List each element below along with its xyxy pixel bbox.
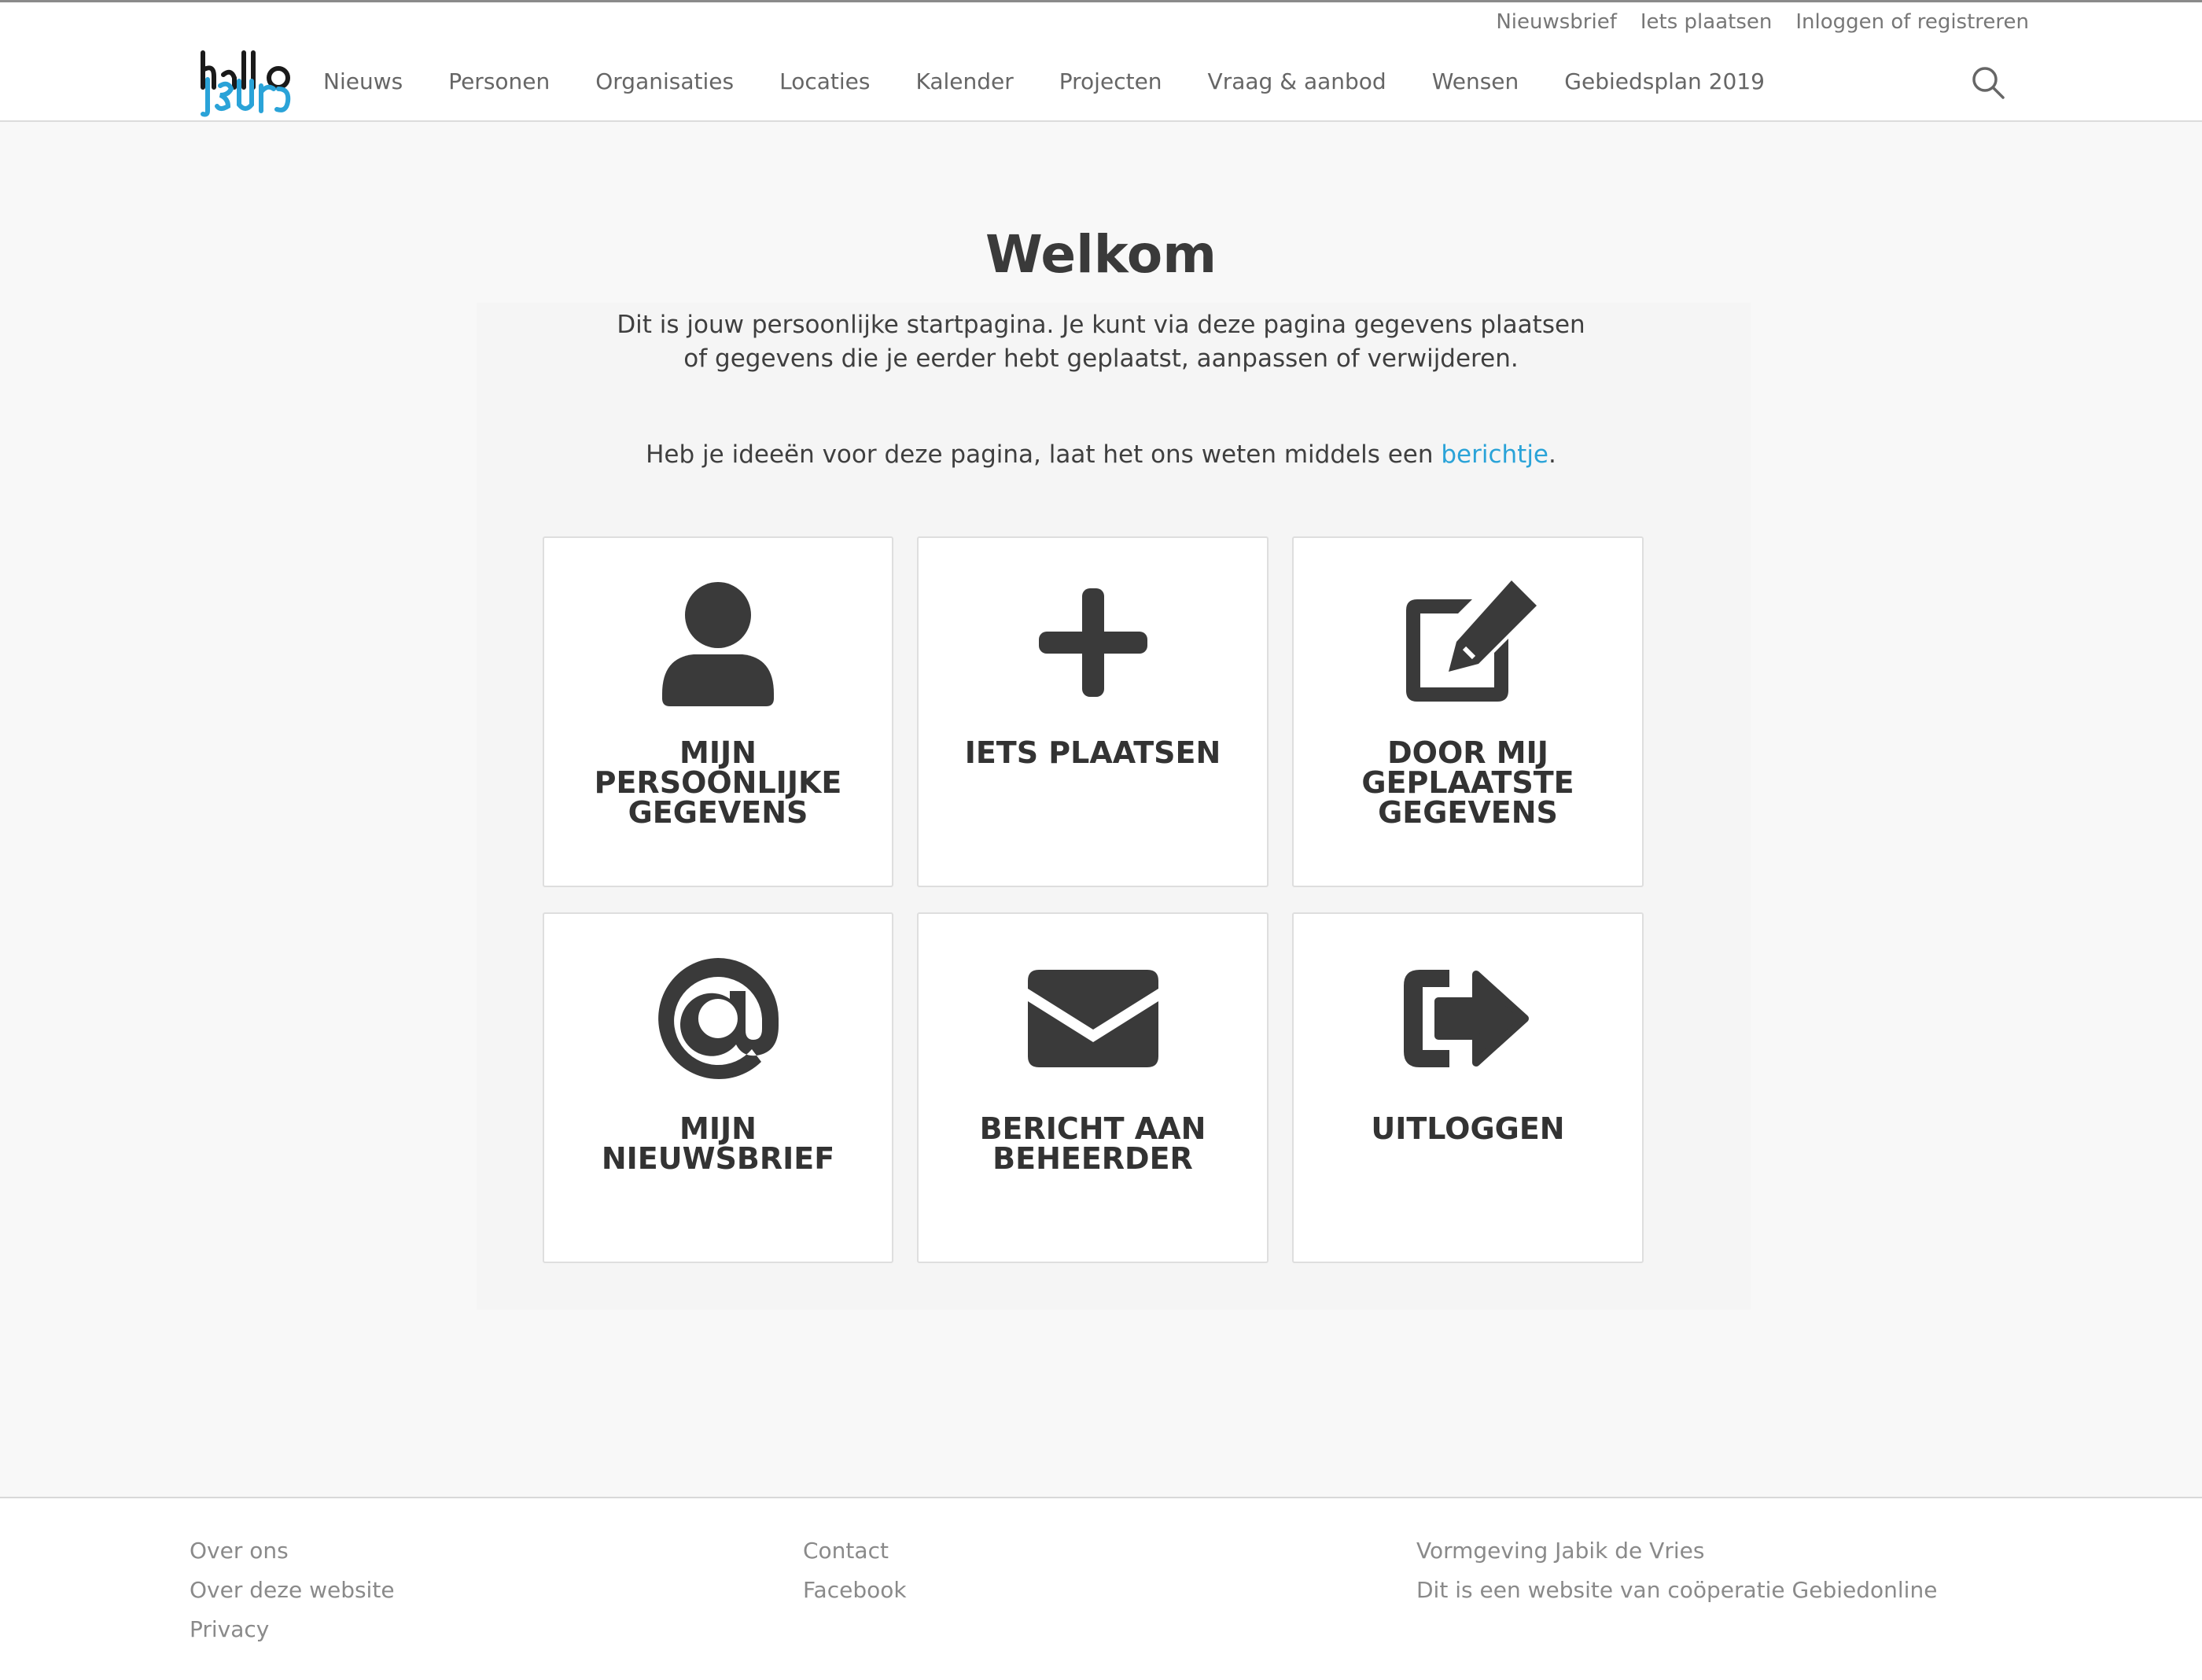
tile-label: Iets plaatsen (964, 735, 1221, 770)
nav-item-vraag-aanbod[interactable]: Vraag & aanbod (1208, 68, 1386, 94)
tile-my-posted-data[interactable]: Door mij geplaatste gegevens (1292, 536, 1644, 887)
nav-item-organisaties[interactable]: Organisaties (595, 68, 734, 94)
sign-out-icon (1394, 952, 1543, 1085)
tile-label: Bericht aan beheerder (979, 1111, 1206, 1176)
tile-my-newsletter[interactable]: Mijn nieuwsbrief (543, 912, 893, 1263)
tile-label: Uitloggen (1371, 1111, 1565, 1146)
footer-link-design-credit[interactable]: Vormgeving Jabik de Vries (1416, 1531, 1937, 1571)
edit-icon (1394, 576, 1543, 709)
plus-icon (1018, 576, 1168, 709)
footer-column-1: Over ons Over deze website Privacy (190, 1531, 395, 1649)
feedback-text: Heb je ideeën voor deze pagina, laat het… (0, 440, 2202, 469)
topbar-link-login-register[interactable]: Inloggen of registreren (1795, 10, 2029, 34)
page-title: Welkom (985, 224, 1217, 285)
topbar-link-post-something[interactable]: Iets plaatsen (1640, 10, 1772, 34)
site-header: Nieuwsbrief Iets plaatsen Inloggen of re… (0, 0, 2202, 122)
at-icon (643, 952, 793, 1085)
intro-text: Dit is jouw persoonlijke startpagina. Je… (550, 308, 1652, 376)
site-logo[interactable] (197, 50, 294, 117)
nav-item-gebiedsplan[interactable]: Gebiedsplan 2019 (1564, 68, 1765, 94)
topbar-link-newsletter[interactable]: Nieuwsbrief (1496, 10, 1617, 34)
feedback-link[interactable]: berichtje (1441, 440, 1548, 469)
tile-message-admin[interactable]: Bericht aan beheerder (917, 912, 1269, 1263)
nav-item-projecten[interactable]: Projecten (1059, 68, 1162, 94)
tile-label: Mijn nieuwsbrief (601, 1111, 835, 1176)
tile-logout[interactable]: Uitloggen (1292, 912, 1644, 1263)
nav-item-locaties[interactable]: Locaties (779, 68, 870, 94)
action-tiles: Mijn persoonlijke gegevens Iets plaatsen… (543, 536, 1644, 1263)
footer-link-over-ons[interactable]: Over ons (190, 1531, 395, 1571)
nav-item-wensen[interactable]: Wensen (1432, 68, 1519, 94)
envelope-icon (1018, 952, 1168, 1085)
tile-label: Door mij geplaatste gegevens (1361, 735, 1574, 830)
tile-personal-details[interactable]: Mijn persoonlijke gegevens (543, 536, 893, 887)
footer-column-3: Vormgeving Jabik de Vries Dit is een web… (1416, 1531, 1937, 1610)
nav-item-kalender[interactable]: Kalender (915, 68, 1013, 94)
search-button[interactable] (1971, 65, 2005, 100)
nav-item-nieuws[interactable]: Nieuws (323, 68, 403, 94)
footer-link-facebook[interactable]: Facebook (803, 1571, 907, 1610)
footer-link-privacy[interactable]: Privacy (190, 1610, 395, 1649)
feedback-period: . (1548, 440, 1556, 469)
intro-line-1: Dit is jouw persoonlijke startpagina. Je… (617, 311, 1585, 339)
search-icon (1972, 67, 2005, 99)
intro-line-2: of gegevens die je eerder hebt geplaatst… (683, 344, 1519, 373)
tile-label: Mijn persoonlijke gegevens (594, 735, 842, 830)
footer-column-2: Contact Facebook (803, 1531, 907, 1610)
nav-item-personen[interactable]: Personen (448, 68, 550, 94)
top-links: Nieuwsbrief Iets plaatsen Inloggen of re… (1496, 10, 2029, 34)
main-nav: Nieuws Personen Organisaties Locaties Ka… (323, 68, 1765, 94)
hallo-ijsburg-logo (201, 50, 291, 117)
footer-link-contact[interactable]: Contact (803, 1531, 907, 1571)
user-icon (643, 576, 793, 709)
tile-post-something[interactable]: Iets plaatsen (917, 536, 1269, 887)
footer-link-over-website[interactable]: Over deze website (190, 1571, 395, 1610)
footer-link-gebiedonline[interactable]: Dit is een website van coöperatie Gebied… (1416, 1571, 1937, 1610)
site-footer: Over ons Over deze website Privacy Conta… (0, 1497, 2202, 1680)
feedback-sentence: Heb je ideeën voor deze pagina, laat het… (646, 440, 1442, 469)
